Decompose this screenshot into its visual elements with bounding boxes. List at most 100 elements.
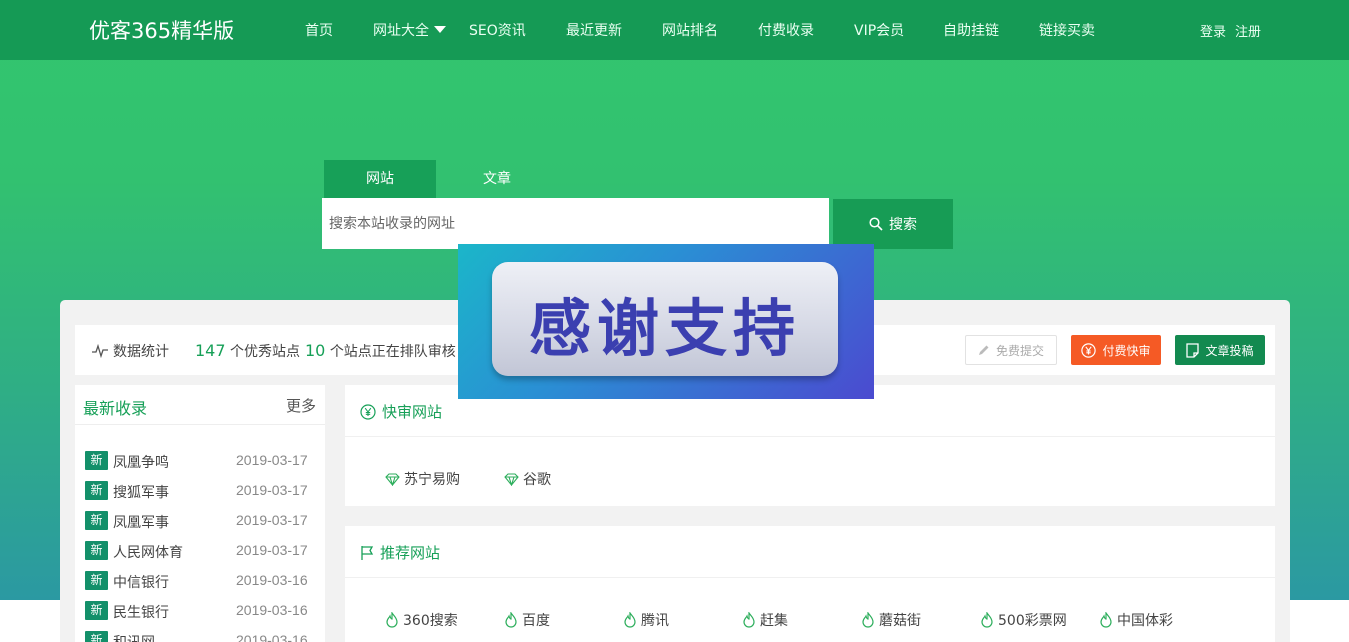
new-badge: 新 [85,511,108,530]
stat-pending-sites: 10 个站点正在排队审核 [305,341,456,361]
login-link[interactable]: 登录 [1200,21,1226,40]
nav-seo-news[interactable]: SEO资讯 [469,20,526,40]
site-link[interactable]: 腾讯 [623,610,669,630]
recommended-header: 推荐网站 [345,526,1275,578]
site-link-label: 360搜索 [403,613,458,629]
nav-link-trade[interactable]: 链接买卖 [1039,20,1095,40]
site-link[interactable]: 苏宁易购 [385,469,460,489]
thanks-popup-image[interactable]: 感谢支持 [458,244,874,399]
quality-count: 147 [195,341,226,360]
free-submit-label: 免费提交 [995,343,1044,358]
search-button-label: 搜索 [889,217,917,233]
list-item[interactable]: 新中信银行 2019-03-16 [85,571,310,591]
article-submit-button[interactable]: 文章投稿 [1175,335,1265,365]
list-item[interactable]: 新民生银行 2019-03-16 [85,601,310,621]
list-item[interactable]: 新和讯网 2019-03-16 [85,631,310,642]
nav-home[interactable]: 首页 [305,20,333,40]
nav-site-ranking[interactable]: 网站排名 [662,20,718,40]
article-submit-label: 文章投稿 [1205,343,1254,358]
list-item-date: 2019-03-17 [236,542,308,558]
search-input[interactable] [322,198,829,249]
free-submit-button[interactable]: 免费提交 [965,335,1057,365]
pulse-icon [92,344,108,358]
new-badge: 新 [85,481,108,500]
site-logo[interactable]: 优客365精华版 [89,15,234,45]
register-link[interactable]: 注册 [1235,21,1261,40]
latest-title: 最新收录 [83,399,148,418]
site-link-label: 谷歌 [523,472,551,488]
list-item[interactable]: 新人民网体育 2019-03-17 [85,541,310,561]
fire-icon [743,612,755,628]
stats-title: 数据统计 [92,341,169,361]
site-link[interactable]: 蘑菇街 [861,610,921,630]
site-link[interactable]: 赶集 [742,610,788,630]
site-link-label: 腾讯 [641,613,669,629]
fire-icon [386,612,398,628]
new-badge: 新 [85,601,108,620]
stat-quality-sites: 147 个优秀站点 [195,341,300,361]
list-item-name[interactable]: 凤凰争鸣 [113,452,169,472]
chevron-down-icon [434,26,446,33]
site-link-label: 蘑菇街 [879,613,921,629]
nav-paid-listing[interactable]: 付费收录 [758,20,814,40]
stats-title-label: 数据统计 [113,344,169,360]
diamond-icon [504,472,519,486]
list-item[interactable]: 新凤凰争鸣 2019-03-17 [85,451,310,471]
paid-fast-review-label: 付费快审 [1102,343,1151,358]
fire-icon [862,612,874,628]
new-badge: 新 [85,631,108,642]
fire-icon [981,612,993,628]
list-item[interactable]: 新凤凰军事 2019-03-17 [85,511,310,531]
nav-self-link[interactable]: 自助挂链 [943,20,999,40]
fast-review-title-label: 快审网站 [382,403,443,421]
top-navbar: 优客365精华版 首页 网址大全 SEO资讯 最近更新 网站排名 付费收录 VI… [0,0,1349,60]
list-item-name[interactable]: 民生银行 [113,602,169,622]
fire-icon [624,612,636,628]
list-item-name[interactable]: 人民网体育 [113,542,183,562]
thanks-popup-plate: 感谢支持 [492,262,838,376]
nav-directory-label: 网址大全 [373,23,429,39]
tab-websites[interactable]: 网站 [324,160,436,198]
latest-listings-panel: 最新收录 更多 新凤凰争鸣 2019-03-17 新搜狐军事 2019-03-17 … [75,385,325,642]
list-item-name[interactable]: 中信银行 [113,572,169,592]
recommended-box: 推荐网站 360搜索 百度 腾讯 赶集 蘑菇街 500彩票网 中国体彩 [345,526,1275,642]
yen-circle-icon [1081,342,1097,358]
list-item-name[interactable]: 和讯网 [113,632,155,642]
site-link-label: 赶集 [760,613,788,629]
nav-recent-updates[interactable]: 最近更新 [566,20,622,40]
quality-label: 个优秀站点 [230,344,300,360]
fast-review-title: 快审网站 [360,401,442,422]
diamond-icon [385,472,400,486]
fast-review-box: 快审网站 苏宁易购 谷歌 [345,385,1275,506]
pencil-icon [978,345,989,355]
list-item-date: 2019-03-16 [236,632,308,642]
site-link-label: 中国体彩 [1117,613,1173,629]
note-icon [1186,342,1200,358]
new-badge: 新 [85,451,108,470]
nav-directory[interactable]: 网址大全 [373,20,446,40]
latest-more-link[interactable]: 更多 [286,395,316,416]
site-link[interactable]: 中国体彩 [1099,610,1173,630]
site-link[interactable]: 360搜索 [385,610,458,630]
site-link[interactable]: 500彩票网 [980,610,1067,630]
thanks-popup-text: 感谢支持 [528,292,801,365]
fire-icon [505,612,517,628]
list-item[interactable]: 新搜狐军事 2019-03-17 [85,481,310,501]
new-badge: 新 [85,541,108,560]
recommended-title: 推荐网站 [360,542,440,563]
list-item-date: 2019-03-17 [236,512,308,528]
site-link[interactable]: 百度 [504,610,550,630]
yen-circle-icon [360,403,376,420]
search-icon [869,217,883,231]
list-item-date: 2019-03-17 [236,482,308,498]
flag-icon [361,545,374,560]
search-button[interactable]: 搜索 [833,199,953,249]
site-link[interactable]: 谷歌 [504,469,551,489]
nav-vip[interactable]: VIP会员 [854,20,904,40]
list-item-date: 2019-03-16 [236,572,308,588]
list-item-name[interactable]: 凤凰军事 [113,512,169,532]
site-link-label: 百度 [522,613,550,629]
paid-fast-review-button[interactable]: 付费快审 [1071,335,1161,365]
tab-articles[interactable]: 文章 [441,160,553,198]
list-item-name[interactable]: 搜狐军事 [113,482,169,502]
